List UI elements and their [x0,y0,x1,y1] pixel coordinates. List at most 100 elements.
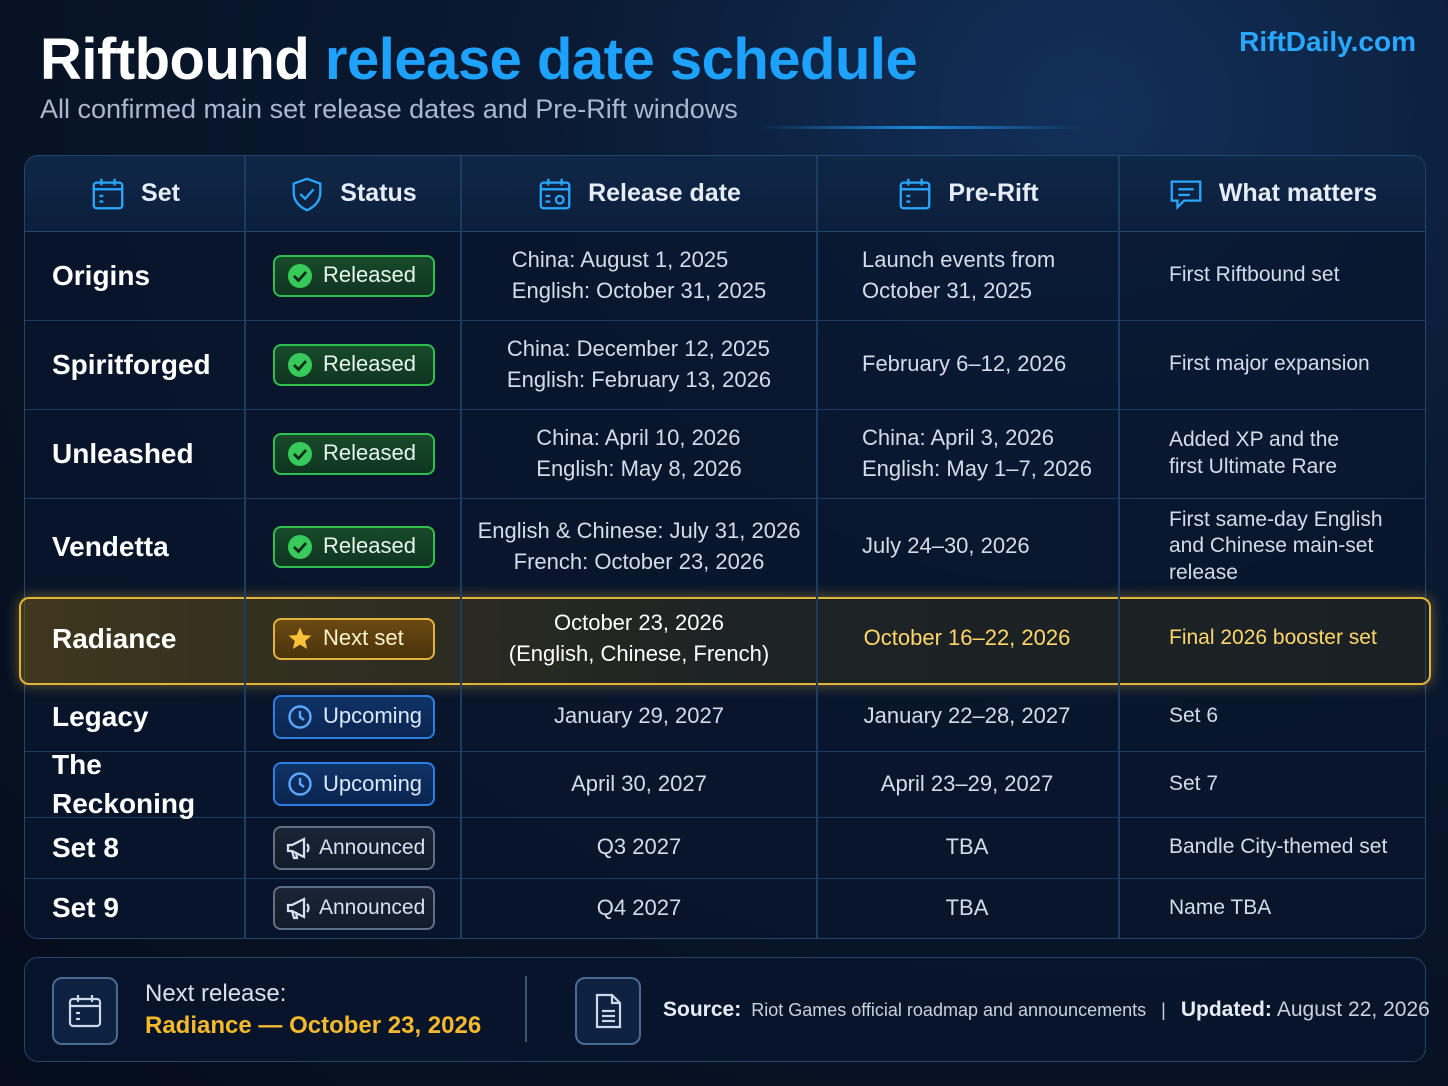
status-label: Released [323,440,416,466]
col-header-set: Set [25,156,244,231]
status-badge: Announced [273,825,435,870]
what-line: Name TBA [1169,895,1272,919]
release-line: (English, Chinese, French) [508,640,770,666]
prerift-line: TBA [945,834,989,860]
col-header-status: Status [245,156,460,231]
source-text: Riot Games official roadmap and announce… [751,1000,1147,1020]
page-title: Riftbound release date schedule [40,26,918,93]
status-cell: Released [270,409,438,498]
header: Riftbound release date schedule All conf… [40,26,1418,136]
set-name: Radiance [52,622,177,654]
col-header-prerift: Pre-Rift [817,156,1118,231]
release-line: Q3 2027 [596,834,682,860]
what-line: first Ultimate Rare [1169,454,1338,478]
brand-link[interactable]: RiftDaily.com [1239,26,1416,58]
table-row: Unleashed Released China: April 10, 2026 En… [25,409,1425,499]
set-name: Legacy [52,700,149,732]
what-matters: First Riftbound set [1119,231,1419,320]
col-header-what-label: What matters [1218,179,1378,207]
what-matters: Final 2026 booster set [1119,595,1419,682]
col-divider [244,156,246,938]
prerift-window: TBA [817,817,1117,878]
set-name: Set 9 [52,892,119,924]
table-row: Set 8 Announced Q3 2027 TBA Bandle City-them… [25,817,1425,879]
release-line: Q4 2027 [596,894,682,920]
release-line: English & Chinese: July 31, 2026 [477,517,801,543]
release-date: English & Chinese: July 31, 2026 French: … [462,498,816,595]
source-line: Source: Riot Games official roadmap and … [663,998,1430,1022]
calendar-icon [92,178,124,209]
what-line: First major expansion [1169,352,1370,376]
release-date: January 29, 2027 [462,682,816,751]
status-cell: Upcoming [270,751,438,817]
prerift-window: January 22–28, 2027 [817,682,1117,751]
table-row: Legacy Upcoming January 29, 2027 January 22… [25,682,1425,752]
release-date: Q3 2027 [462,817,816,878]
col-header-set-label: Set [141,179,180,207]
prerift-line: January 22–28, 2027 [863,703,1071,729]
updated-label: Updated: [1180,998,1272,1021]
what-line: First Riftbound set [1169,263,1340,287]
footer-divider [525,976,527,1042]
what-line: Bandle City-themed set [1169,835,1388,859]
what-matters: First major expansion [1119,320,1419,409]
release-table: Set Status Release date Pre-Rift What ma… [19,155,1431,939]
what-matters: Added XP and the first Ultimate Rare [1119,409,1419,498]
set-name: Vendetta [52,530,169,562]
table-header: Set Status Release date Pre-Rift What ma… [25,156,1425,232]
page-subtitle: All confirmed main set release dates and… [40,94,738,124]
status-badge: Upcoming [273,762,435,806]
prerift-line: TBA [945,894,989,920]
source-label: Source: [663,998,742,1021]
check-circle-icon [287,352,313,378]
table-row: The Reckoning Upcoming April 30, 2027 April… [25,749,1425,819]
prerift-line: China: April 3, 2026 [862,424,1055,450]
next-release-label: Next release: [145,980,287,1007]
check-circle-icon [287,534,313,560]
clock-icon [287,771,313,797]
next-release-value: Radiance — October 23, 2026 [145,1012,481,1040]
status-cell: Announced [270,878,438,938]
status-cell: Released [270,320,438,409]
status-badge: Released [273,254,435,297]
what-matters: First same-day English and Chinese main-s… [1119,498,1419,595]
col-divider [1118,156,1120,938]
prerift-window: July 24–30, 2026 [817,498,1117,595]
release-date: October 23, 2026 (English, Chinese, Frenc… [462,595,816,682]
footer-sep: | [1161,1000,1166,1020]
release-line: English: February 13, 2026 [506,366,772,392]
col-header-prerift-label: Pre-Rift [948,179,1039,207]
what-matters: Name TBA [1119,878,1419,938]
title-white: Riftbound [40,27,310,92]
updated-text: August 22, 2026 [1276,998,1430,1021]
prerift-window: China: April 3, 2026 English: May 1–7, 20… [817,409,1117,498]
what-line: release [1169,560,1238,584]
release-line: January 29, 2027 [553,703,725,729]
status-cell: Released [270,231,438,320]
prerift-window: TBA [817,878,1117,938]
col-divider [460,156,462,938]
table-row: Vendetta Released English & Chinese: July … [25,498,1425,595]
release-date: China: August 1, 2025 English: October 31… [462,231,816,320]
release-date: China: December 12, 2025 English: Februar… [462,320,816,409]
status-cell: Upcoming [270,682,438,751]
release-line: English: May 8, 2026 [536,455,742,481]
footer-panel: Next release: Radiance — October 23, 202… [24,957,1430,1062]
status-badge: Upcoming [273,694,435,739]
col-header-release-label: Release date [588,179,741,207]
table-row: Radiance Next set October 23, 2026 (English… [25,595,1425,682]
status-badge: Released [273,525,435,568]
megaphone-icon [285,835,313,861]
release-line: China: August 1, 2025 [511,246,729,272]
prerift-line: Launch events from [862,246,1056,272]
status-label: Announced [319,835,426,859]
clock-icon [287,704,313,730]
what-matters: Bandle City-themed set [1119,817,1419,878]
col-header-what: What matters [1119,156,1425,231]
status-label: Next set [323,625,404,651]
title-blue: release date schedule [324,27,918,92]
release-line: China: April 10, 2026 [536,424,741,450]
next-release-date: October 23, 2026 [289,1012,482,1039]
status-badge: Released [273,432,435,475]
status-label: Upcoming [323,703,423,729]
